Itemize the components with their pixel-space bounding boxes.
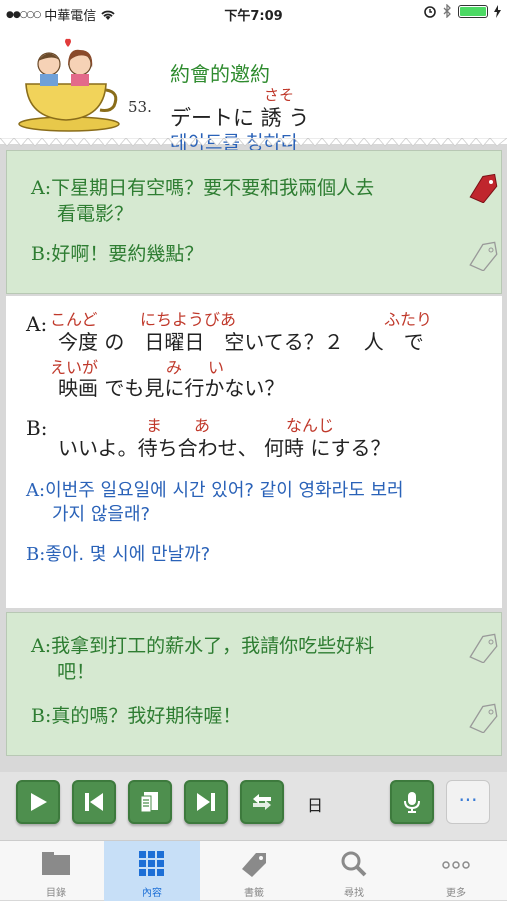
card1-a-line1: A:下星期日有空嗎？要不要和我兩個人去 [31,177,375,199]
lesson-number: 53. [128,98,152,116]
tab-contents[interactable]: 目錄 [8,841,104,901]
previous-button[interactable] [72,780,116,824]
zigzag-divider [0,138,507,147]
playback-controls: 日 ··· [0,772,507,840]
detail-section: A: こんど にちようびあ ふたり 今度 の 日曜日 空いてる？２ 人 で えい… [6,296,502,608]
microphone-icon [404,792,420,813]
detail-a-label: A: [26,312,48,336]
detail-jp-line1: 今度 の 日曜日 空いてる？２ 人 で [58,330,424,354]
more-options-button[interactable]: ··· [446,780,490,824]
speaker-label-b: B: [31,705,52,727]
detail-b-label: B: [26,416,48,440]
tab-bar: 目錄 內容 書籤 尋找 更多 [0,840,507,901]
speaker-label-a: A: [31,177,52,199]
tab-content[interactable]: 內容 [104,841,200,901]
detail-jp-line2: 映画 でも見に行かない？ [58,376,285,400]
skip-forward-icon [197,793,215,811]
play-button[interactable] [16,780,60,824]
speaker-label-a: A: [31,635,52,657]
document-button[interactable] [128,780,172,824]
status-icons [423,4,501,18]
lesson-header: 53. 約會的邀約 さそ デートに 誘 う 데이트를 청하다 [0,26,507,154]
tab-bookmarks[interactable]: 書籤 [206,841,302,901]
bookmark-tag-filled-icon[interactable] [463,173,499,203]
bookmark-tag-empty-icon[interactable] [463,633,499,663]
speaker-label-b: B: [31,243,52,265]
bookmark-tag-empty-icon[interactable] [463,241,499,271]
status-bar: ●●○○○ 中華電信 下午7:09 [0,0,507,26]
detail-ko-a-line1: A:이번주 일요일에 시간 있어? 같이 영화라도 보러 [26,480,404,501]
detail-ko-b: B:좋아. 몇 시에 만날까? [26,544,211,565]
skip-back-icon [85,793,103,811]
charging-icon [494,4,501,18]
lesson-title-chinese: 約會的邀約 [170,62,270,86]
couple-teacup-illustration [18,38,120,132]
card1-a-line2: 看電影？ [57,203,134,225]
play-icon [31,793,47,811]
card2-a-line1: A:我拿到打工的薪水了，我請你吃些好料 [31,635,375,657]
search-icon [341,851,367,877]
repeat-icon [253,794,271,810]
next-button[interactable] [184,780,228,824]
tab-search[interactable]: 尋找 [306,841,402,901]
bluetooth-icon [443,4,451,18]
card1-b-line: B:好啊！要約幾點？ [31,243,204,265]
detail-jp-b: いいよ。待ち合わせ、 何時 にする？ [58,436,391,460]
tag-icon [242,853,266,877]
language-label[interactable]: 日 [307,792,323,816]
battery-icon [458,4,488,18]
grid-icon [139,851,164,876]
more-dots-icon [442,861,470,869]
dialogue-card-1[interactable]: A:下星期日有空嗎？要不要和我兩個人去 看電影？ B:好啊！要約幾點？ [6,150,502,294]
folder-icon [42,852,70,875]
repeat-button[interactable] [240,780,284,824]
dialogue-card-2[interactable]: A:我拿到打工的薪水了，我請你吃些好料 吧！ B:真的嗎？我好期待喔！ [6,612,502,756]
alarm-icon [424,6,436,18]
tab-more[interactable]: 更多 [408,841,504,901]
record-button[interactable] [390,780,434,824]
bookmark-tag-empty-icon[interactable] [463,703,499,733]
detail-ko-a-line2: 가지 않을래? [52,504,151,525]
card2-a-line2: 吧！ [57,661,96,683]
card2-b-line: B:真的嗎？我好期待喔！ [31,705,242,727]
document-icon [140,792,158,813]
